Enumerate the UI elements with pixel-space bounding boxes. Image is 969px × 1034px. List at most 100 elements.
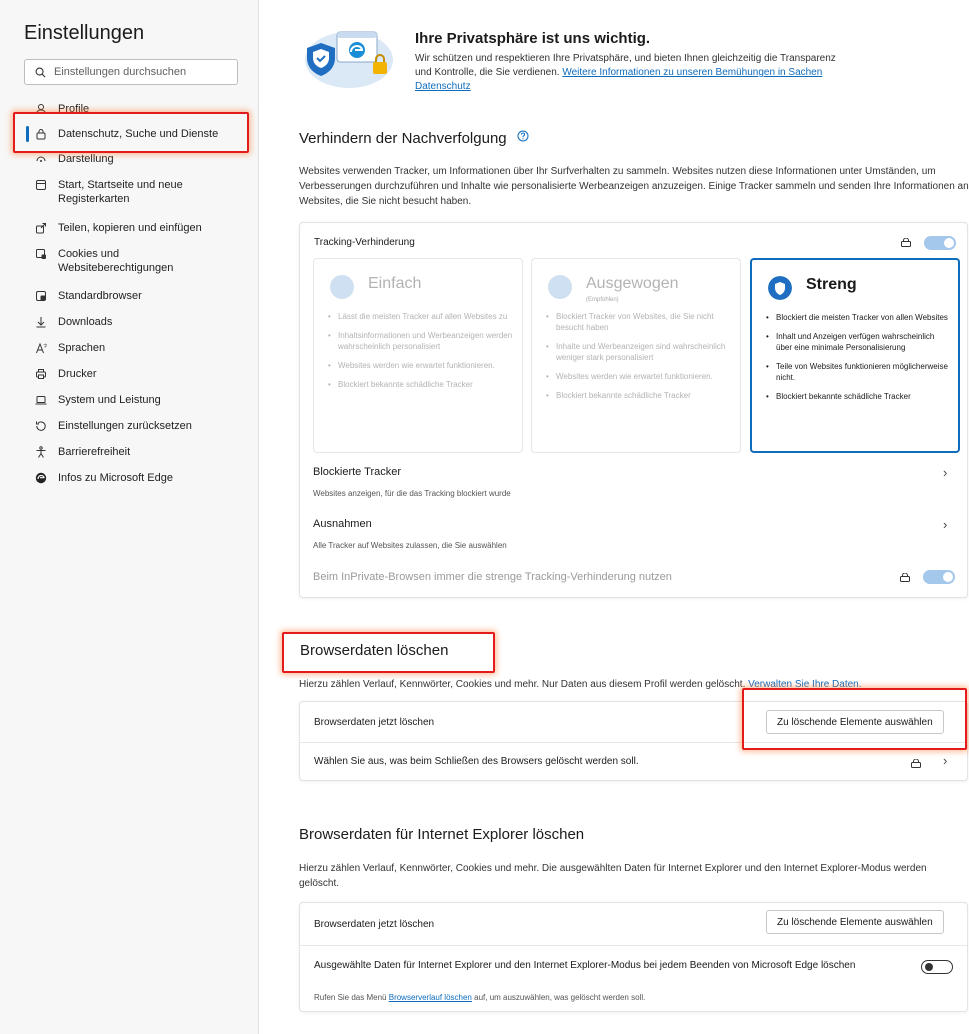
sidebar-title: Einstellungen [24,22,145,44]
help-icon[interactable] [517,130,529,142]
sidebar-item-label: Downloads [58,316,113,328]
chevron-right-icon: › [943,517,948,532]
sidebar-item-downloads[interactable]: Downloads [0,315,122,329]
ie-clear-description: Hierzu zählen Verlauf, Kennwörter, Cooki… [299,863,927,889]
level-balanced-card[interactable]: Ausgewogen (Empfohlen) Blockiert Tracker… [531,258,741,453]
level-bullet: Lässt die meisten Tracker auf allen Webs… [328,311,514,322]
sidebar-item-label: Darstellung [58,153,114,165]
exceptions-title: Ausnahmen [313,518,372,530]
level-bullet: Blockiert bekannte schädliche Tracker [328,379,514,390]
level-bullet: Blockiert bekannte schädliche Tracker [766,391,952,402]
ie-clear-on-exit-toggle[interactable] [921,960,953,974]
level-subtitle: (Empfohlen) [586,297,619,303]
language-icon: 字 [34,341,48,355]
laptop-icon [34,393,48,407]
sidebar: Einstellungen Profile Datenschutz, Suche… [0,0,259,1034]
search-icon [35,67,46,77]
sidebar-item-label: Profile [58,103,90,115]
basic-level-icon [330,275,354,299]
strict-shield-icon [768,276,792,300]
sidebar-item-label: Datenschutz, Suche und Dienste [58,128,219,140]
sidebar-item-label: Standardbrowser [58,290,142,302]
profile-icon [34,102,48,116]
sidebar-item-languages[interactable]: 字 Sprachen [0,341,115,355]
exceptions-subtitle: Alle Tracker auf Websites zulassen, die … [313,541,507,550]
level-strict-card[interactable]: Streng Blockiert die meisten Tracker von… [750,258,960,453]
manage-data-link[interactable]: Verwalten Sie Ihre Daten. [748,679,861,690]
chevron-right-icon[interactable]: › [943,753,947,768]
inprivate-strict-label: Beim InPrivate-Browsen immer die strenge… [313,571,672,583]
tracking-description: Websites verwenden Tracker, um Informati… [299,166,969,207]
ie-clear-on-exit-label: Ausgewählte Daten für Internet Explorer … [314,960,856,971]
managed-lock-icon [900,573,910,582]
sidebar-item-cookies[interactable]: Cookies und Websiteberechtigungen [0,247,220,275]
ie-clear-heading: Browserdaten für Internet Explorer lösch… [299,826,585,843]
tracking-prevention-toggle[interactable] [924,236,956,250]
level-bullet: Blockiert die meisten Tracker von allen … [766,312,952,323]
search-box[interactable] [24,59,238,85]
sidebar-item-accessibility[interactable]: Barrierefreiheit [0,445,140,459]
ie-choose-what-to-clear-button[interactable]: Zu löschende Elemente auswählen [766,910,944,934]
home-icon [34,178,48,192]
ie-clear-now-label: Browserdaten jetzt löschen [314,919,435,930]
cookie-icon [34,247,48,261]
level-bullets: Lässt die meisten Tracker auf allen Webs… [328,311,514,398]
managed-lock-icon [911,759,921,768]
reset-icon [34,419,48,433]
sidebar-item-label: Einstellungen zurücksetzen [58,420,192,432]
ie-clear-on-exit-subtitle: Rufen Sie das Menü Browserverlauf lösche… [314,993,645,1002]
divider [300,742,967,743]
level-bullet: Blockiert Tracker von Websites, die Sie … [546,311,732,333]
divider [300,945,967,946]
sidebar-item-profile[interactable]: Profile [0,102,99,116]
level-bullets: Blockiert die meisten Tracker von allen … [766,312,952,410]
tracking-heading: Verhindern der Nachverfolgung [299,130,529,147]
edge-icon [34,471,48,485]
sidebar-item-start[interactable]: Start, Startseite und neue Registerkarte… [0,178,230,206]
sidebar-item-label: Start, Startseite und neue Registerkarte… [58,179,183,205]
level-bullet: Inhalte und Werbeanzeigen sind wahrschei… [546,341,732,363]
search-input[interactable] [54,66,224,78]
clear-data-text: Hierzu zählen Verlauf, Kennwörter, Cooki… [299,679,746,690]
level-basic-card[interactable]: Einfach Lässt die meisten Tracker auf al… [313,258,523,453]
ie-sub-text: auf, um auszuwählen, was gelöscht werden… [474,993,646,1002]
active-indicator [26,126,29,142]
accessibility-icon [34,445,48,459]
managed-lock-icon [901,238,911,247]
level-bullet: Teile von Websites funktionieren möglich… [766,361,952,383]
tracking-heading-text: Verhindern der Nachverfolgung [299,130,507,147]
privacy-shield-icon [305,31,393,88]
ie-sub-text: Rufen Sie das Menü [314,993,387,1002]
balanced-level-icon [548,275,572,299]
sidebar-item-system[interactable]: System und Leistung [0,393,171,407]
share-icon [34,221,48,235]
sidebar-item-appearance[interactable]: Darstellung [0,152,124,166]
appearance-icon [34,152,48,166]
choose-what-to-clear-button[interactable]: Zu löschende Elemente auswählen [766,710,944,734]
browser-icon [34,289,48,303]
sidebar-item-privacy[interactable]: Datenschutz, Suche und Dienste [0,126,228,142]
level-bullets: Blockiert Tracker von Websites, die Sie … [546,311,732,409]
svg-text:字: 字 [44,342,48,348]
sidebar-item-printers[interactable]: Drucker [0,367,107,381]
blocked-trackers-subtitle: Websites anzeigen, für die das Tracking … [313,489,511,498]
blocked-trackers-title: Blockierte Tracker [313,466,402,478]
hero-title: Ihre Privatsphäre ist uns wichtig. [415,30,651,47]
sidebar-item-default-browser[interactable]: Standardbrowser [0,289,152,303]
main-content: Ihre Privatsphäre ist uns wichtig. Wir s… [260,0,969,1034]
clear-data-description: Hierzu zählen Verlauf, Kennwörter, Cooki… [299,677,969,692]
clear-now-label: Browserdaten jetzt löschen [314,717,435,728]
sidebar-item-share[interactable]: Teilen, kopieren und einfügen [0,221,212,235]
printer-icon [34,367,48,381]
level-bullet: Blockiert bekannte schädliche Tracker [546,390,732,401]
tracking-card-title: Tracking-Verhinderung [314,237,415,248]
level-name: Ausgewogen [586,275,679,292]
sidebar-item-reset[interactable]: Einstellungen zurücksetzen [0,419,202,433]
level-bullet: Inhalt und Anzeigen verfügen wahrscheinl… [766,331,952,353]
sidebar-item-label: System und Leistung [58,394,161,406]
inprivate-strict-toggle[interactable] [923,570,955,584]
chevron-right-icon: › [943,465,948,480]
browser-history-link[interactable]: Browserverlauf löschen [389,993,472,1002]
sidebar-item-about-edge[interactable]: Infos zu Microsoft Edge [0,471,183,485]
download-icon [34,315,48,329]
